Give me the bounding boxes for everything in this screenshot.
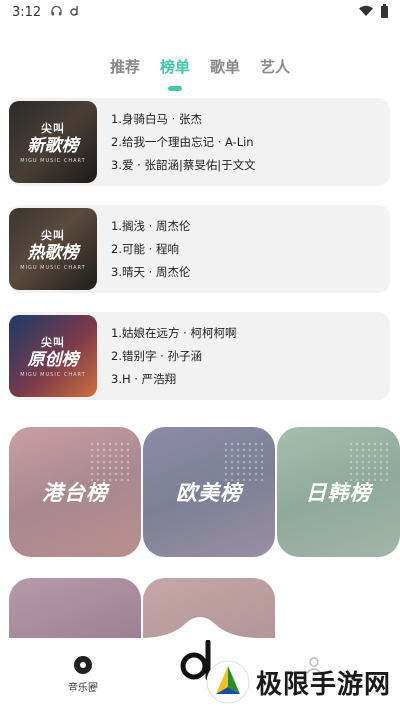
tab-charts[interactable]: 榜单 (160, 56, 190, 91)
rank-card-new[interactable]: 尖叫 新歌榜 MIGU MUSIC CHART 1.身骑白马 · 张杰 2.给我… (9, 98, 390, 186)
song-item: 1.身骑白马 · 张杰 (111, 112, 202, 126)
category-jp-kr[interactable]: 日韩榜 (277, 427, 400, 557)
song-item: 3.晴天 · 周杰伦 (111, 265, 191, 279)
dot-pattern (348, 441, 388, 481)
disc-icon (74, 656, 92, 674)
song-item: 1.姑娘在远方 · 柯柯柯啊 (111, 326, 237, 340)
watermark-logo-icon (206, 660, 250, 704)
status-right (359, 4, 388, 20)
rank-song-list: 1.姑娘在远方 · 柯柯柯啊 2.错别字 · 孙子涵 3.H · 严浩翔 (111, 325, 236, 387)
song-item: 3.H · 严浩翔 (111, 372, 177, 386)
rank-card-original[interactable]: 尖叫 原创榜 MIGU MUSIC CHART 1.姑娘在远方 · 柯柯柯啊 2… (9, 312, 390, 400)
song-item: 2.错别字 · 孙子涵 (111, 349, 202, 363)
song-item: 2.可能 · 程响 (111, 242, 179, 256)
rank-song-list: 1.搁浅 · 周杰伦 2.可能 · 程响 3.晴天 · 周杰伦 (111, 218, 190, 280)
category-hk-tw[interactable]: 港台榜 (9, 427, 141, 557)
active-tab-indicator (167, 86, 182, 91)
rank-cover-new: 尖叫 新歌榜 MIGU MUSIC CHART (9, 101, 97, 183)
status-time: 3:12 (12, 4, 42, 20)
dot-pattern (89, 441, 129, 481)
headphones-icon (51, 5, 62, 19)
wifi-icon (359, 5, 373, 20)
song-item: 3.爱 · 张韶涵|蔡旻佑|于文文 (111, 158, 256, 172)
top-tabs: 推荐 榜单 歌单 艺人 (0, 56, 400, 91)
tab-recommend[interactable]: 推荐 (110, 56, 140, 77)
dot-pattern (223, 441, 263, 481)
rank-card-hot[interactable]: 尖叫 热歌榜 MIGU MUSIC CHART 1.搁浅 · 周杰伦 2.可能 … (9, 205, 390, 293)
status-bar: 3:12 (0, 0, 400, 24)
rank-song-list: 1.身骑白马 · 张杰 2.给我一个理由忘记 · A-Lin 3.爱 · 张韶涵… (111, 111, 256, 173)
rank-cover-hot: 尖叫 热歌榜 MIGU MUSIC CHART (9, 208, 97, 290)
battery-icon (381, 4, 388, 18)
rank-cover-original: 尖叫 原创榜 MIGU MUSIC CHART (9, 315, 97, 397)
category-western[interactable]: 欧美榜 (143, 427, 275, 557)
tab-artists[interactable]: 艺人 (260, 56, 290, 77)
tab-playlists[interactable]: 歌单 (210, 56, 240, 77)
song-item: 2.给我一个理由忘记 · A-Lin (111, 135, 254, 149)
song-item: 1.搁浅 · 周杰伦 (111, 219, 191, 233)
watermark: 极限手游网 (206, 656, 391, 708)
d-logo-icon (70, 5, 80, 19)
